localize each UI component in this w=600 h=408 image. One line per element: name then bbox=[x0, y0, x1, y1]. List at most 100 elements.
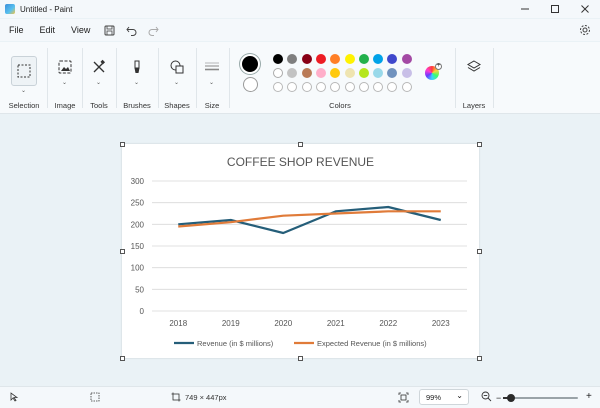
color-swatch[interactable] bbox=[287, 68, 298, 78]
zoom-plus-icon[interactable]: + bbox=[586, 391, 592, 402]
color-swatch[interactable] bbox=[287, 54, 298, 64]
shapes-button[interactable] bbox=[168, 58, 186, 76]
y-tick-label: 300 bbox=[131, 177, 145, 186]
close-button[interactable] bbox=[570, 0, 600, 18]
selection-label: Selection bbox=[8, 101, 40, 110]
selection-size-icon bbox=[90, 392, 100, 404]
fit-to-window-button[interactable] bbox=[398, 392, 409, 405]
zoom-minus-icon[interactable]: − bbox=[496, 393, 501, 403]
maximize-button[interactable] bbox=[540, 0, 570, 18]
color-swatch[interactable] bbox=[315, 54, 326, 64]
window-title: Untitled - Paint bbox=[20, 4, 73, 14]
gear-icon bbox=[580, 25, 590, 35]
chevron-down-icon[interactable]: ⌄ bbox=[21, 87, 26, 94]
color-swatch[interactable] bbox=[387, 68, 398, 78]
color-swatch[interactable] bbox=[401, 68, 412, 78]
shapes-icon bbox=[170, 60, 184, 74]
selection-button[interactable] bbox=[11, 56, 37, 86]
edit-colors-button[interactable]: + bbox=[425, 63, 442, 80]
image-button[interactable] bbox=[56, 58, 74, 76]
zoom-slider-thumb[interactable] bbox=[506, 394, 515, 402]
chevron-down-icon[interactable]: ⌄ bbox=[174, 79, 179, 86]
color-swatch[interactable] bbox=[315, 68, 326, 78]
chevron-down-icon: ⌄ bbox=[456, 391, 463, 400]
chevron-down-icon[interactable]: ⌄ bbox=[96, 79, 101, 86]
size-label: Size bbox=[204, 101, 220, 110]
zoom-select[interactable]: 99% ⌄ bbox=[419, 389, 469, 405]
empty-color-slot[interactable] bbox=[301, 82, 312, 92]
color-swatch[interactable] bbox=[358, 68, 369, 78]
primary-color-swatch[interactable] bbox=[242, 56, 258, 72]
resize-handle[interactable] bbox=[477, 142, 482, 147]
legend-label: Expected Revenue (in $ millions) bbox=[317, 339, 427, 348]
y-tick-label: 200 bbox=[131, 220, 145, 229]
empty-color-slot[interactable] bbox=[330, 82, 341, 92]
ribbon-divider bbox=[493, 48, 494, 108]
empty-color-slot[interactable] bbox=[344, 82, 355, 92]
resize-handle[interactable] bbox=[477, 356, 482, 361]
brushes-button[interactable] bbox=[128, 58, 146, 76]
shapes-group: ⌄ Shapes bbox=[159, 46, 195, 112]
y-tick-label: 150 bbox=[131, 242, 145, 251]
color-swatch[interactable] bbox=[273, 54, 283, 64]
selection-rectangle-icon bbox=[17, 64, 31, 78]
color-swatch[interactable] bbox=[373, 68, 384, 78]
title-bar: Untitled - Paint bbox=[0, 0, 600, 18]
resize-handle[interactable] bbox=[298, 142, 303, 147]
resize-handle[interactable] bbox=[120, 249, 125, 254]
menu-view[interactable]: View bbox=[63, 19, 98, 41]
empty-color-slot[interactable] bbox=[287, 82, 298, 92]
close-icon bbox=[581, 5, 589, 13]
brushes-group: ⌄ Brushes bbox=[117, 46, 157, 112]
color-swatch[interactable] bbox=[301, 54, 312, 64]
chevron-down-icon[interactable]: ⌄ bbox=[209, 79, 214, 86]
save-button[interactable] bbox=[98, 19, 120, 41]
secondary-color-swatch[interactable] bbox=[243, 77, 258, 92]
brush-icon bbox=[134, 60, 140, 73]
undo-button[interactable] bbox=[120, 19, 142, 41]
chevron-down-icon[interactable]: ⌄ bbox=[62, 79, 67, 86]
color-swatch[interactable] bbox=[358, 54, 369, 64]
redo-button[interactable] bbox=[142, 19, 164, 41]
color-swatch[interactable] bbox=[373, 54, 384, 64]
empty-color-slot[interactable] bbox=[273, 82, 283, 92]
x-tick-label: 2020 bbox=[274, 319, 292, 328]
menu-bar: File Edit View bbox=[0, 19, 600, 41]
color-swatch[interactable] bbox=[301, 68, 312, 78]
empty-color-slot[interactable] bbox=[315, 82, 326, 92]
color-swatch[interactable] bbox=[344, 68, 355, 78]
empty-color-slot[interactable] bbox=[387, 82, 398, 92]
legend-label: Revenue (in $ millions) bbox=[197, 339, 274, 348]
color-swatch[interactable] bbox=[330, 68, 341, 78]
tools-button[interactable] bbox=[90, 58, 108, 76]
empty-color-slot[interactable] bbox=[358, 82, 369, 92]
color-swatch[interactable] bbox=[344, 54, 355, 64]
x-tick-label: 2021 bbox=[327, 319, 345, 328]
pointer-position-icon bbox=[9, 392, 19, 404]
maximize-icon bbox=[551, 5, 559, 13]
color-swatch[interactable] bbox=[273, 68, 283, 78]
resize-handle[interactable] bbox=[120, 142, 125, 147]
resize-handle[interactable] bbox=[298, 356, 303, 361]
image-icon bbox=[58, 60, 72, 74]
menu-file[interactable]: File bbox=[0, 19, 32, 41]
settings-button[interactable] bbox=[577, 22, 593, 38]
chart-title: COFFEE SHOP REVENUE bbox=[227, 155, 374, 169]
tools-label: Tools bbox=[90, 101, 108, 110]
minimize-button[interactable] bbox=[510, 0, 540, 18]
color-swatch[interactable] bbox=[330, 54, 341, 64]
color-swatch[interactable] bbox=[387, 54, 398, 64]
minimize-icon bbox=[521, 8, 529, 10]
empty-color-slot[interactable] bbox=[401, 82, 412, 92]
layers-icon bbox=[467, 60, 481, 72]
menu-edit[interactable]: Edit bbox=[32, 19, 64, 41]
color-swatch[interactable] bbox=[401, 54, 412, 64]
empty-color-slot[interactable] bbox=[373, 82, 384, 92]
chevron-down-icon[interactable]: ⌄ bbox=[134, 79, 139, 86]
resize-handle[interactable] bbox=[477, 249, 482, 254]
layers-button[interactable] bbox=[465, 58, 483, 76]
resize-handle[interactable] bbox=[120, 356, 125, 361]
zoom-out-button[interactable] bbox=[481, 391, 492, 404]
drawing-canvas[interactable]: COFFEE SHOP REVENUE 0 50 100 150 200 250 300 2… bbox=[122, 144, 479, 358]
size-button[interactable] bbox=[203, 60, 221, 74]
